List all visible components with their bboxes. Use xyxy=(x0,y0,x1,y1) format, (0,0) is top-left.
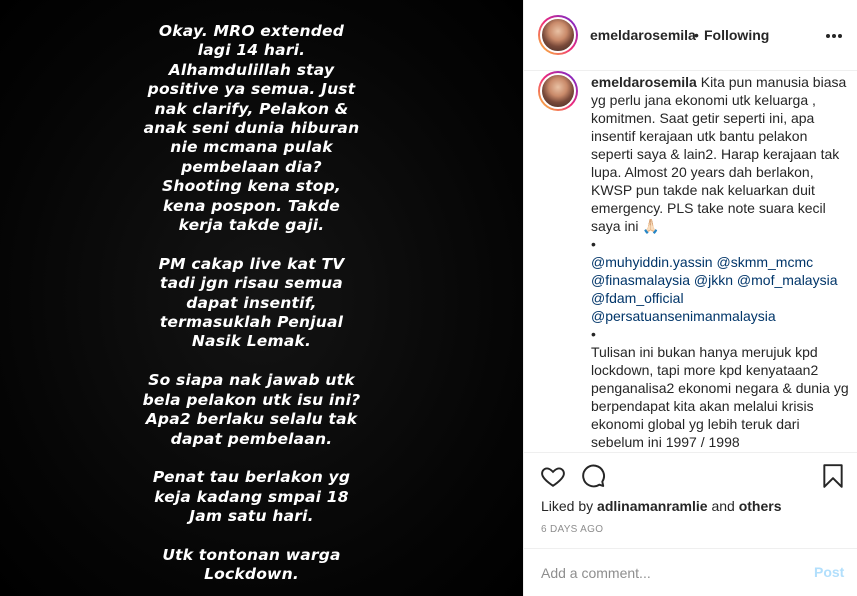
story-line: positive ya semua. Just xyxy=(147,80,356,99)
story-text: Okay. MRO extended lagi 14 hari. Alhamduli… xyxy=(0,22,503,585)
story-line: Penat tau berlakon yg xyxy=(152,468,351,487)
caption-username[interactable]: emeldarosemila xyxy=(591,74,697,90)
caption: emeldarosemila Kita pun manusia biasa yg… xyxy=(591,73,849,451)
story-line xyxy=(0,352,503,371)
story-line: bela pelakon utk isu ini? xyxy=(142,390,361,409)
post-timestamp[interactable]: 6 DAYS AGO xyxy=(541,524,603,535)
post-image: Okay. MRO extended lagi 14 hari. Alhamduli… xyxy=(0,0,523,596)
liked-by-prefix: Liked by xyxy=(541,498,594,514)
following-button[interactable]: Following xyxy=(704,27,769,43)
story-line: pembelaan dia? xyxy=(181,157,322,176)
story-line: termasuklah Penjual xyxy=(159,313,344,332)
more-horizontal-icon[interactable] xyxy=(826,34,842,38)
comment-input[interactable] xyxy=(541,563,791,583)
caption-text: Kita pun manusia biasa yg perlu jana eko… xyxy=(591,74,847,234)
story-line: keja kadang smpai 18 xyxy=(154,487,349,506)
header-username[interactable]: emeldarosemila xyxy=(590,27,696,43)
story-line: PM cakap live kat TV xyxy=(158,254,345,273)
caption-bullet: • xyxy=(591,326,596,342)
story-line: Alhamdulillah stay xyxy=(168,60,335,79)
story-line: lagi 14 hari. xyxy=(197,41,306,60)
story-line xyxy=(0,449,503,468)
story-line: Jam satu hari. xyxy=(189,507,314,526)
story-line: Lockdown. xyxy=(204,565,299,584)
mention-list: @muhyiddin.yassin @skmm_mcmc @finasmalays… xyxy=(591,253,849,325)
post-header: emeldarosemila • Following xyxy=(524,0,857,71)
heart-icon[interactable] xyxy=(540,463,566,489)
mention-line[interactable]: @muhyiddin.yassin @skmm_mcmc xyxy=(591,253,849,271)
story-line: kena pospon. Takde xyxy=(163,196,340,215)
more-dot xyxy=(826,34,830,38)
story-line: Okay. MRO extended xyxy=(158,22,345,40)
liked-by: Liked by adlinamanramlie and others xyxy=(541,498,781,514)
post-side-panel: emeldarosemila • Following emeldarosemil… xyxy=(523,0,857,596)
story-line xyxy=(0,527,503,546)
avatar-image xyxy=(540,17,576,53)
story-line: Utk tontonan warga xyxy=(162,545,341,564)
add-comment-bar: Post xyxy=(524,548,857,596)
story-line: nie mcmana pulak xyxy=(170,138,333,157)
comments-area[interactable]: emeldarosemila Kita pun manusia biasa yg… xyxy=(524,71,857,452)
caption-bullet: • xyxy=(591,236,596,252)
avatar[interactable] xyxy=(538,15,578,55)
post-button[interactable]: Post xyxy=(814,564,844,580)
post-actions: Liked by adlinamanramlie and others 6 DA… xyxy=(524,452,857,548)
caption-text-2: Tulisan ini bukan hanya merujuk kpd lock… xyxy=(591,344,849,450)
story-line xyxy=(0,235,503,254)
story-line: kerja takde gaji. xyxy=(178,216,325,235)
bookmark-icon[interactable] xyxy=(820,463,846,489)
story-line: nak clarify, Pelakon & xyxy=(154,99,349,118)
story-line: dapat insentif, xyxy=(186,293,317,312)
mention-line[interactable]: @fdam_official xyxy=(591,289,849,307)
story-line: dapat pembelaan. xyxy=(170,429,333,448)
mention-line[interactable]: @persatuansenimanmalaysia xyxy=(591,307,849,325)
liked-by-and: and xyxy=(711,498,735,514)
caption-avatar[interactable] xyxy=(538,71,578,111)
comment-icon[interactable] xyxy=(580,463,606,489)
story-line: tadi jgn risau semua xyxy=(160,274,343,293)
liked-by-others[interactable]: others xyxy=(739,498,782,514)
avatar-image xyxy=(540,73,576,109)
story-line: Apa2 berlaku selalu tak xyxy=(145,410,358,429)
more-dot xyxy=(838,34,842,38)
header-separator: • xyxy=(694,27,699,43)
story-line: anak seni dunia hiburan xyxy=(143,119,360,138)
mention-line[interactable]: @finasmalaysia @jkkn @mof_malaysia xyxy=(591,271,849,289)
story-line: Nasik Lemak. xyxy=(191,332,312,351)
more-dot xyxy=(832,34,836,38)
story-line: Shooting kena stop, xyxy=(162,177,341,196)
caption-paragraph: emeldarosemila Kita pun manusia biasa yg… xyxy=(591,73,849,235)
story-line: So siapa nak jawab utk xyxy=(148,371,355,390)
liked-by-user[interactable]: adlinamanramlie xyxy=(597,498,708,514)
